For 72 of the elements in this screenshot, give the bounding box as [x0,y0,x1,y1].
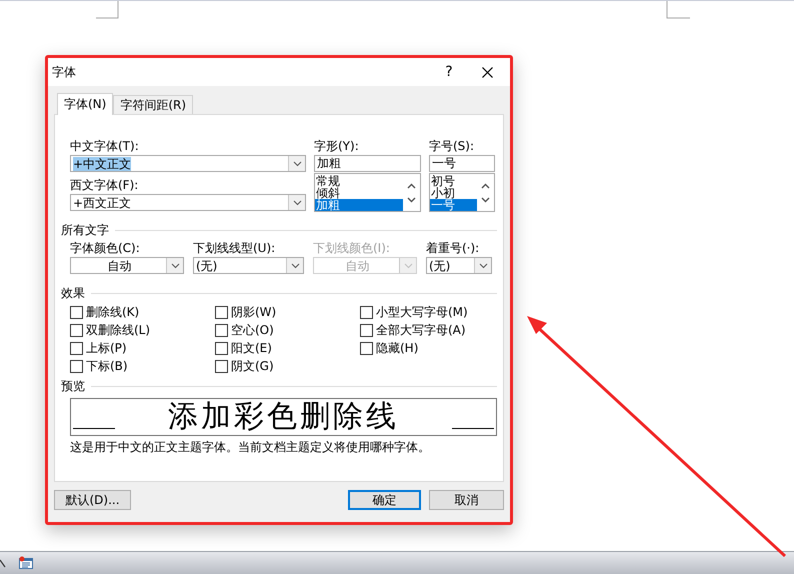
checkbox[interactable] [70,360,83,372]
field-label: 西文字体(F): [70,178,140,192]
tab[interactable]: 字符间距(R) [113,95,194,114]
checkbox[interactable] [360,342,373,354]
section-heading: 所有文字 [61,223,109,237]
field-label: 着重号(·): [426,241,480,255]
window-icon[interactable] [18,556,34,570]
dropdown-field[interactable]: 自动 [70,257,184,274]
checkbox-label: 隐藏(H) [376,341,418,355]
checkbox-label: 全部大写字母(A) [376,323,466,337]
dialog-button[interactable]: 确定 [348,490,421,510]
dialog-button[interactable]: 默认(D)... [54,490,131,510]
caret-icon [404,262,412,268]
checkbox[interactable] [215,360,228,372]
tab[interactable]: 字体(N) [57,93,114,115]
checkbox-label: 删除线(K) [86,305,140,319]
dropdown-field[interactable]: (无) [193,257,304,274]
list-option[interactable]: 加粗 [315,199,403,211]
section-heading: 效果 [61,286,85,300]
checkbox[interactable] [215,324,228,336]
preview-note: 这是用于中文的正文主题字体。当前文档主题定义将使用哪种字体。 [70,440,431,454]
scroll-down-icon[interactable] [481,196,490,202]
preview-sample: 添加彩色删除线 [168,400,399,434]
section-heading: 预览 [61,379,85,393]
scroll-up-icon[interactable] [481,182,490,188]
checkbox[interactable] [215,342,228,354]
checkbox[interactable] [215,306,228,318]
checkbox-label: 空心(O) [231,323,274,337]
checkbox[interactable] [70,306,83,318]
list-option[interactable]: 初号 [430,175,477,187]
field-label: 字形(Y): [314,139,360,153]
field-label: 字号(S): [429,139,476,153]
scroll-down-icon[interactable] [407,196,416,202]
field-label: 字体颜色(C): [70,241,141,255]
caret-icon [292,200,302,206]
caret-icon [292,160,302,166]
list-option[interactable]: 倾斜 [315,187,403,199]
caret-icon [170,262,180,268]
checkbox-label: 小型大写字母(M) [376,305,468,319]
checkbox-label: 下标(B) [86,359,128,373]
chevron-icon[interactable] [0,558,8,568]
checkbox-label: 上标(P) [86,341,127,355]
caret-icon [290,262,300,268]
margin-mark-icon [96,1,119,19]
dialog-button[interactable]: 取消 [429,490,504,510]
input-field[interactable]: 加粗 [314,155,421,172]
checkbox[interactable] [70,324,83,336]
list-option[interactable]: 常规 [315,175,403,187]
dropdown-field[interactable]: +中文正文 [70,155,306,172]
list-option[interactable]: 小初 [430,187,477,199]
field-label: 下划线颜色(I): [313,241,391,255]
checkbox[interactable] [360,324,373,336]
field-label: 下划线线型(U): [193,241,276,255]
field-label: 中文字体(T): [70,139,140,153]
checkbox-label: 阴文(G) [231,359,274,373]
help-button[interactable]: ? [434,58,464,86]
checkbox-label: 阳文(E) [231,341,272,355]
dropdown-field[interactable]: (无) [426,257,492,274]
input-field[interactable]: 一号 [429,155,495,172]
dialog-title: 字体 [52,64,77,80]
checkbox[interactable] [70,342,83,354]
list-option[interactable]: 一号 [430,199,477,211]
caret-icon [478,262,488,268]
checkbox[interactable] [360,306,373,318]
close-icon [482,66,492,78]
list-box[interactable]: 初号 小初 一号 [429,173,495,212]
checkbox-label: 双删除线(L) [86,323,150,337]
dropdown-field[interactable]: +西文正文 [70,194,306,211]
checkbox-label: 阴影(W) [231,305,276,319]
margin-mark-icon [666,1,690,19]
list-box[interactable]: 常规 倾斜 加粗 [314,173,421,212]
scroll-up-icon[interactable] [407,182,416,188]
